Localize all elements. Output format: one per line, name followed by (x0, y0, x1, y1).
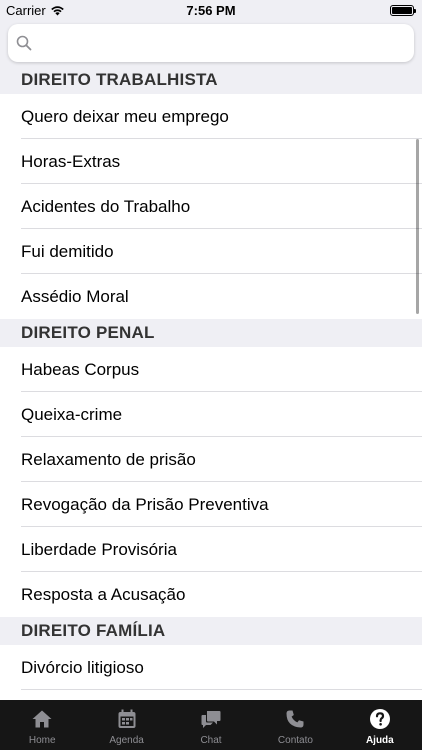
screen: Carrier 7:56 PM DIREITO TRABALHISTA Quer… (0, 0, 422, 750)
scroll-indicator[interactable] (416, 139, 419, 314)
search-input[interactable] (38, 30, 398, 56)
list-item[interactable]: Horas-Extras (0, 139, 422, 184)
calendar-icon (118, 709, 136, 728)
section-header-trabalhista: DIREITO TRABALHISTA (0, 66, 422, 94)
tab-agenda-label: Agenda (109, 735, 144, 746)
status-bar: Carrier 7:56 PM (0, 0, 422, 22)
section-header-familia: DIREITO FAMÍLIA (0, 617, 422, 645)
tab-home[interactable]: Home (0, 700, 84, 750)
battery-icon (390, 5, 416, 16)
tab-chat-label: Chat (200, 735, 222, 746)
tab-ajuda-label: Ajuda (365, 735, 394, 746)
help-icon (369, 709, 390, 729)
tab-contato[interactable]: Contato (253, 700, 337, 750)
list-item[interactable]: Fui demitido (0, 229, 422, 274)
list-item[interactable]: Divórcio litigioso (0, 645, 422, 690)
search-icon (16, 35, 32, 51)
status-time: 7:56 PM (186, 3, 236, 18)
list-item[interactable]: Habeas Corpus (0, 347, 422, 392)
list-item[interactable]: Assédio Moral (0, 274, 422, 319)
list-item[interactable]: Liberdade Provisória (0, 527, 422, 572)
list-item[interactable]: Resposta a Acusação (0, 572, 422, 617)
phone-icon (286, 710, 304, 728)
topics-list[interactable]: DIREITO TRABALHISTA Quero deixar meu emp… (0, 66, 422, 700)
tab-agenda[interactable]: Agenda (84, 700, 168, 750)
list-item[interactable]: Quero deixar meu emprego (0, 94, 422, 139)
section-header-penal: DIREITO PENAL (0, 319, 422, 347)
chat-icon (201, 711, 221, 728)
list-item[interactable]: Queixa-crime (0, 392, 422, 437)
tab-contato-label: Contato (277, 735, 313, 746)
tab-ajuda[interactable]: Ajuda (338, 700, 422, 750)
tab-home-label: Home (28, 735, 56, 746)
search-bar (0, 22, 422, 66)
list-item[interactable]: Acidentes do Trabalho (0, 184, 422, 229)
tab-chat[interactable]: Chat (169, 700, 253, 750)
list-item[interactable]: Revogação da Prisão Preventiva (0, 482, 422, 527)
tab-bar: Home Agenda Chat Contato Ajuda (0, 700, 422, 750)
list-item[interactable]: Relaxamento de prisão (0, 437, 422, 482)
home-icon (32, 710, 52, 728)
search-field-container[interactable] (8, 24, 414, 62)
